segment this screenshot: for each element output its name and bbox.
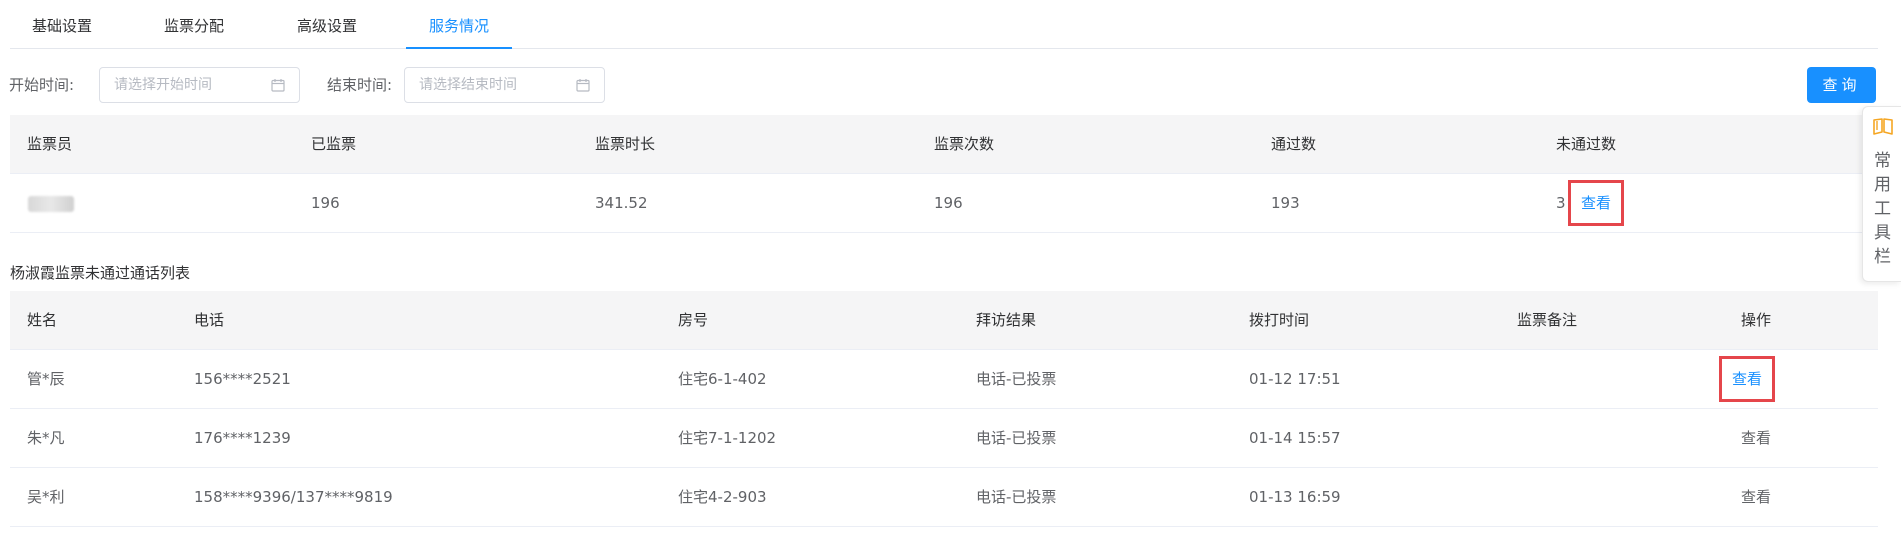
tab-basic-settings[interactable]: 基础设置	[26, 0, 98, 49]
section-title: 杨淑霞监票未通过通话列表	[10, 264, 191, 282]
tab-advanced-settings[interactable]: 高级设置	[291, 0, 363, 49]
cell-room: 住宅6-1-402	[678, 370, 767, 388]
cell-duration: 341.52	[595, 194, 648, 212]
header-inspector: 监票员	[27, 135, 73, 153]
header-note: 监票备注	[1517, 311, 1578, 329]
toolbar-label: 常用工具栏	[1874, 151, 1891, 267]
common-toolbar[interactable]: 常用工具栏	[1862, 106, 1901, 282]
cell-failed: 3	[1556, 194, 1566, 212]
cell-result: 电话-已投票	[976, 370, 1057, 388]
query-button[interactable]: 查询	[1807, 67, 1876, 103]
end-time-input[interactable]: 请选择结束时间	[404, 67, 605, 103]
table-row: 196 341.52 196 193 3 查看	[10, 174, 1878, 233]
header-time: 拨打时间	[1249, 311, 1310, 329]
tab-ticket-allocation[interactable]: 监票分配	[158, 0, 230, 49]
end-time-placeholder: 请选择结束时间	[419, 77, 517, 93]
header-duration: 监票时长	[595, 135, 656, 153]
cell-time: 01-13 16:59	[1249, 488, 1341, 506]
end-time-label: 结束时间:	[327, 76, 393, 94]
summary-table: 监票员 已监票 监票时长 监票次数 通过数 未通过数 196 341.52 19…	[10, 115, 1878, 233]
table-row: 管*辰 156****2521 住宅6-1-402 电话-已投票 01-12 1…	[10, 350, 1878, 409]
cell-name: 朱*凡	[27, 429, 65, 447]
start-time-label: 开始时间:	[9, 76, 75, 94]
table-row: 吴*利 158****9396/137****9819 住宅4-2-903 电话…	[10, 468, 1878, 527]
start-time-placeholder: 请选择开始时间	[114, 77, 212, 93]
cell-phone: 158****9396/137****9819	[194, 488, 393, 506]
header-failed: 未通过数	[1556, 135, 1617, 153]
cell-room: 住宅4-2-903	[678, 488, 767, 506]
cell-room: 住宅7-1-1202	[678, 429, 777, 447]
header-passed: 通过数	[1271, 135, 1317, 153]
summary-table-header: 监票员 已监票 监票时长 监票次数 通过数 未通过数	[10, 115, 1878, 174]
header-done: 已监票	[311, 135, 357, 153]
calendar-icon	[576, 79, 590, 92]
view-call-link[interactable]: 查看	[1741, 468, 1771, 527]
cell-phone: 156****2521	[194, 370, 291, 388]
header-name: 姓名	[27, 311, 58, 329]
date-filter: 开始时间: 请选择开始时间 结束时间: 请选择结束时间	[0, 67, 1901, 103]
cell-phone: 176****1239	[194, 429, 291, 447]
cell-count: 196	[934, 194, 963, 212]
tab-bar: 基础设置 监票分配 高级设置 服务情况	[10, 0, 1878, 49]
cell-time: 01-12 17:51	[1249, 370, 1341, 388]
inspector-avatar-blurred	[28, 196, 74, 212]
header-phone: 电话	[194, 311, 225, 329]
header-count: 监票次数	[934, 135, 995, 153]
header-result: 拜访结果	[976, 311, 1037, 329]
view-failed-link[interactable]: 查看	[1568, 180, 1625, 226]
cell-passed: 193	[1271, 194, 1300, 212]
book-icon	[1873, 118, 1893, 135]
failed-calls-table: 姓名 电话 房号 拜访结果 拨打时间 监票备注 操作 管*辰 156****25…	[10, 291, 1878, 527]
header-room: 房号	[678, 311, 709, 329]
calendar-icon	[271, 79, 285, 92]
cell-name: 吴*利	[27, 488, 65, 506]
start-time-input[interactable]: 请选择开始时间	[99, 67, 300, 103]
cell-name: 管*辰	[27, 370, 65, 388]
cell-time: 01-14 15:57	[1249, 429, 1341, 447]
view-call-link[interactable]: 查看	[1719, 356, 1776, 402]
table-row: 朱*凡 176****1239 住宅7-1-1202 电话-已投票 01-14 …	[10, 409, 1878, 468]
cell-result: 电话-已投票	[976, 429, 1057, 447]
cell-done: 196	[311, 194, 340, 212]
header-action: 操作	[1741, 311, 1772, 329]
view-call-link[interactable]: 查看	[1741, 409, 1771, 468]
calls-table-header: 姓名 电话 房号 拜访结果 拨打时间 监票备注 操作	[10, 291, 1878, 350]
cell-result: 电话-已投票	[976, 488, 1057, 506]
tab-service-status[interactable]: 服务情况	[406, 0, 512, 49]
